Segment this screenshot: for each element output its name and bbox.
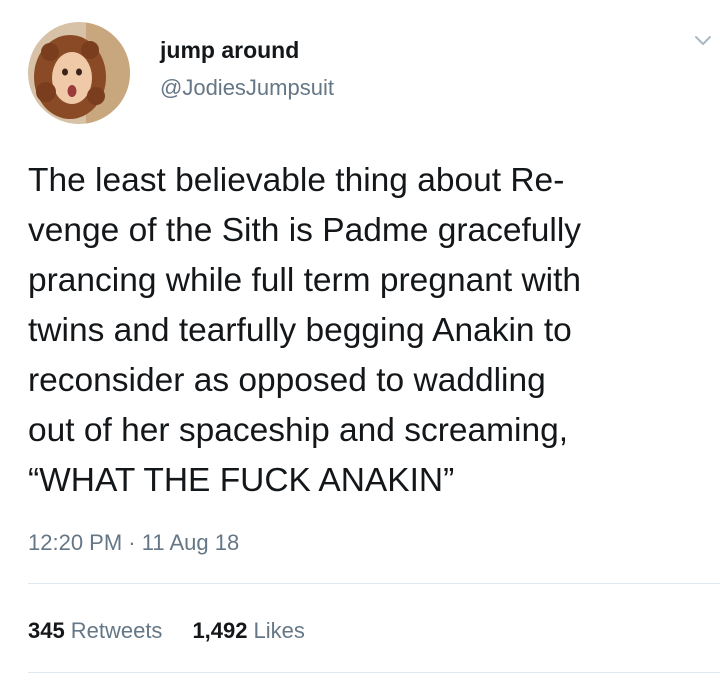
- divider: [28, 672, 720, 673]
- chevron-down-icon[interactable]: [692, 30, 714, 52]
- likes-stat[interactable]: 1,492 Likes: [192, 618, 304, 644]
- retweets-count: 345: [28, 618, 65, 643]
- divider: [28, 583, 720, 584]
- retweets-stat[interactable]: 345 Retweets: [28, 618, 162, 644]
- likes-count: 1,492: [192, 618, 248, 643]
- tweet-card: jump around @JodiesJumpsuit The least be…: [0, 0, 720, 688]
- tweet-timestamp[interactable]: 12:20 PM · 11 Aug 18: [28, 530, 239, 556]
- user-handle[interactable]: @JodiesJumpsuit: [160, 75, 334, 101]
- display-name[interactable]: jump around: [160, 37, 299, 64]
- avatar-image: [28, 22, 130, 124]
- tweet-stats: 345 Retweets 1,492 Likes: [28, 618, 305, 644]
- tweet-text: The least believable thing about Re- ven…: [28, 162, 582, 499]
- likes-label: Likes: [253, 618, 305, 643]
- retweets-label: Retweets: [70, 618, 163, 643]
- avatar[interactable]: [28, 22, 130, 124]
